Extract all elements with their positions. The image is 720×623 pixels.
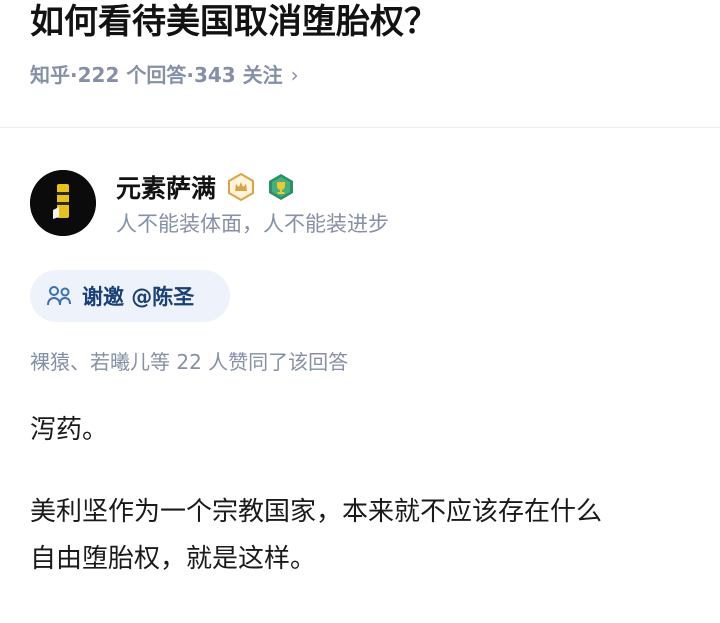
meta-separator: ·	[186, 63, 194, 87]
avatar-image	[30, 170, 96, 236]
question-title[interactable]: 如何看待美国取消堕胎权？	[30, 0, 438, 44]
people-icon	[47, 286, 71, 306]
divider	[0, 127, 720, 128]
answers-count: 222 个回答	[77, 63, 187, 87]
upvote-summary[interactable]: 裸猿、若曦儿等 22 人赞同了该回答	[30, 346, 348, 378]
author-name[interactable]: 元素萨满	[116, 169, 216, 205]
invite-label: 谢邀 @陈圣	[82, 285, 195, 309]
author-row: 元素萨满	[116, 168, 296, 206]
question-meta[interactable]: 知乎 · 222 个回答 · 343 关注 ›	[30, 60, 299, 90]
invite-tag[interactable]: 谢邀 @陈圣	[30, 270, 230, 322]
trophy-badge-icon[interactable]	[266, 172, 296, 202]
answer-paragraph: 泻药。	[30, 415, 109, 445]
author-bio: 人不能装体面，人不能装进步	[116, 212, 389, 236]
meta-separator: ·	[70, 63, 78, 87]
avatar[interactable]	[30, 170, 96, 236]
answer-paragraph: 美利坚作为一个宗教国家，本来就不应该存在什么	[30, 497, 603, 527]
crown-badge-icon[interactable]	[226, 172, 256, 202]
followers-count: 343 关注	[193, 63, 283, 87]
answer-paragraph: 自由堕胎权，就是这样。	[30, 544, 317, 574]
source-label: 知乎	[30, 63, 70, 87]
chevron-right-icon: ›	[290, 63, 299, 87]
